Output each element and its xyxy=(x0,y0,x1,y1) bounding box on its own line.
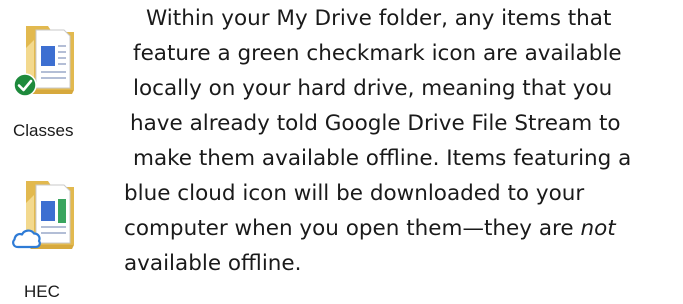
paragraph-line: locally on your hard drive, meaning that… xyxy=(133,76,613,101)
paragraph-line: Within your My Drive folder, any items t… xyxy=(146,6,612,31)
explanation-paragraph: Within your My Drive folder, any items t… xyxy=(0,0,683,304)
paragraph-line-with-emphasis: computer when you open them—they are not xyxy=(124,215,616,243)
paragraph-line-text: computer when you open them—they are xyxy=(124,216,581,241)
paragraph-line: have already told Google Drive File Stre… xyxy=(130,111,621,136)
paragraph-line: make them available offline. Items featu… xyxy=(133,146,632,171)
emphasis-not: not xyxy=(580,216,616,241)
paragraph-line: feature a green checkmark icon are avail… xyxy=(133,41,622,66)
paragraph-line: available offline. xyxy=(124,251,302,276)
paragraph-line: blue cloud icon will be downloaded to yo… xyxy=(124,181,585,206)
